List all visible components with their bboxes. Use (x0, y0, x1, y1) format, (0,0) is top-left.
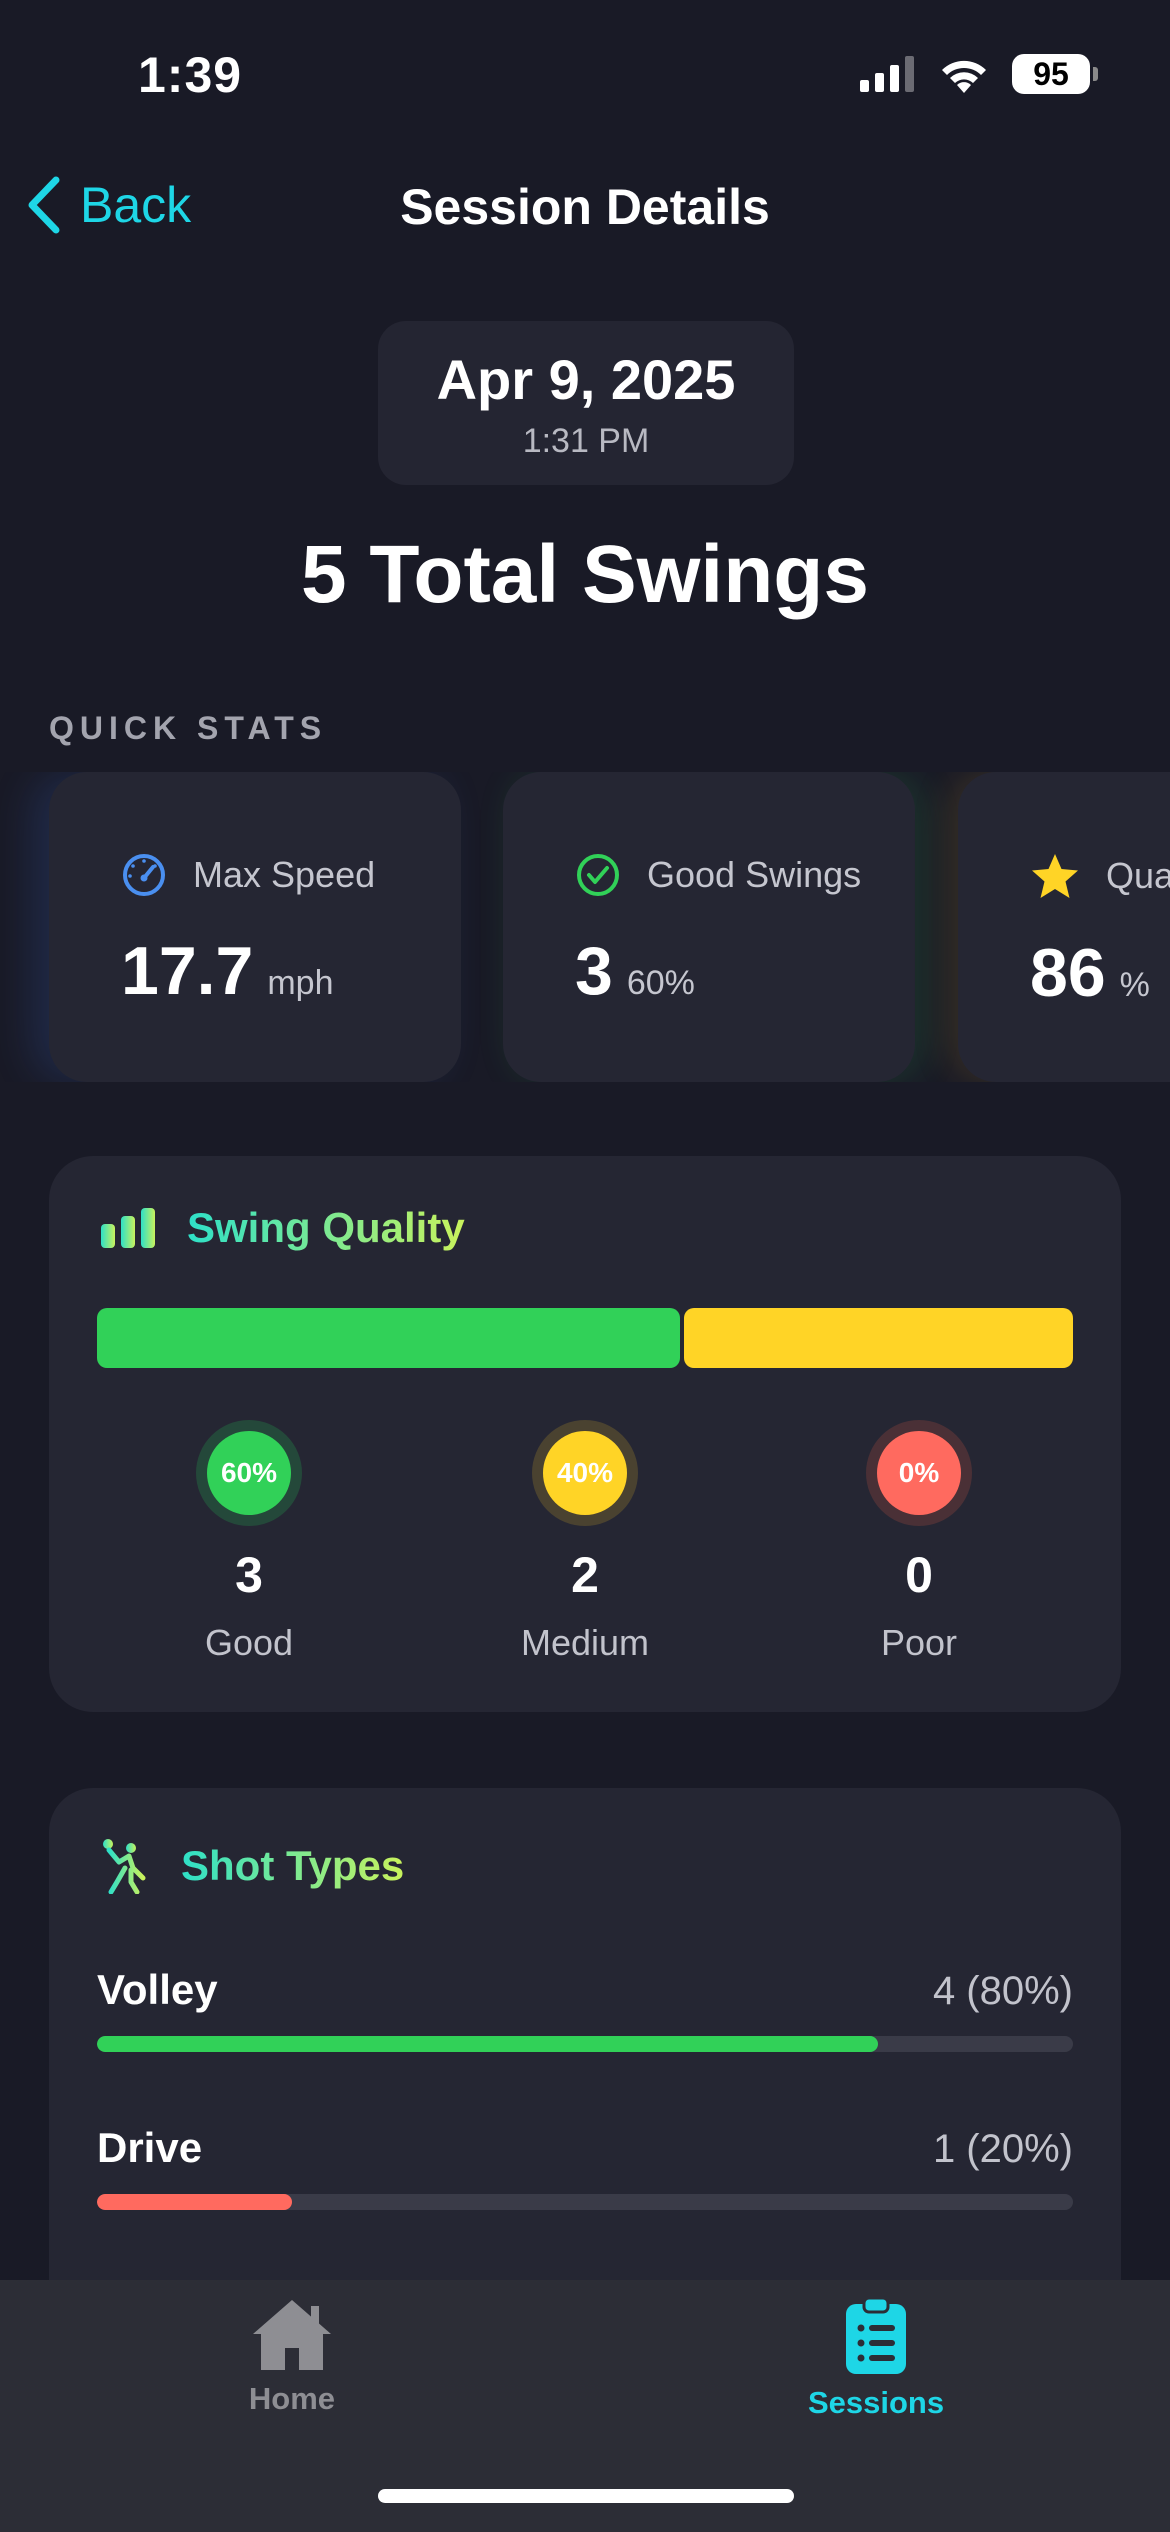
shot-progress-track (97, 2194, 1073, 2210)
quality-label: Poor (880, 1622, 958, 1663)
stat-label: Qual (1106, 855, 1170, 896)
quality-percent: 0% (877, 1431, 961, 1515)
shot-types-card: Shot Types Volley 4 (80%) Drive 1 (20%) (49, 1788, 1121, 2348)
quality-label: Medium (520, 1622, 650, 1663)
swing-quality-title: Swing Quality (187, 1204, 465, 1251)
check-circle-icon (577, 854, 619, 896)
shot-progress-fill (97, 2036, 878, 2052)
stat-unit: 60% (626, 964, 695, 1002)
speedometer-icon (123, 854, 165, 896)
home-indicator[interactable] (378, 2489, 794, 2503)
shot-row-volley: Volley 4 (80%) (97, 1966, 1073, 2052)
shot-types-header: Shot Types (101, 1838, 404, 1894)
status-icons: 95 (860, 54, 1098, 94)
shot-progress-track (97, 2036, 1073, 2052)
tennis-player-icon (103, 1839, 146, 1894)
quality-percent: 60% (207, 1431, 291, 1515)
tab-sessions[interactable]: Sessions (726, 2296, 1026, 2421)
stat-card-quality[interactable]: Qual 86 % (958, 772, 1170, 1082)
shot-progress-fill (97, 2194, 293, 2210)
home-icon (253, 2300, 331, 2370)
stat-unit: % (1119, 966, 1150, 1004)
status-bar: 1:39 95 (0, 0, 1170, 150)
stat-card-max-speed[interactable]: Max Speed 17.7 mph (49, 772, 461, 1082)
wifi-icon (942, 60, 986, 93)
tab-home[interactable]: Home (142, 2296, 442, 2417)
session-date: Apr 9, 2025 (436, 348, 736, 411)
quality-ring: 60% (196, 1420, 302, 1526)
page-title: Session Details (400, 179, 770, 235)
star-icon (1032, 854, 1078, 898)
quality-bar-medium (684, 1308, 1073, 1368)
status-time: 1:39 (138, 47, 243, 103)
battery-level: 95 (1033, 55, 1069, 92)
bar-chart-icon (101, 1208, 155, 1248)
clipboard-list-icon (846, 2296, 906, 2374)
shot-value: 4 (80%) (932, 1969, 1073, 2013)
session-date-pill: Apr 9, 2025 1:31 PM (378, 321, 794, 485)
quality-good: 60% 3 Good (149, 1420, 349, 1664)
stat-card-good-swings[interactable]: Good Swings 3 60% (503, 772, 915, 1082)
stat-label: Max Speed (193, 854, 376, 895)
quality-distribution-bar (97, 1308, 1073, 1368)
shot-value: 1 (20%) (932, 2127, 1073, 2171)
quality-percent: 40% (543, 1431, 627, 1515)
quality-medium: 40% 2 Medium (485, 1420, 685, 1664)
shot-name: Drive (97, 2124, 203, 2171)
battery-icon: 95 (1012, 54, 1098, 94)
quality-count: 0 (905, 1547, 933, 1603)
stat-value: 3 (575, 933, 613, 1009)
tab-label: Home (248, 2381, 336, 2416)
quick-stats-carousel[interactable]: Max Speed 17.7 mph Good Swings 3 60% Qua… (0, 772, 1170, 1082)
stat-value: 17.7 (121, 933, 254, 1009)
quality-count: 3 (235, 1547, 263, 1603)
quality-ring: 40% (532, 1420, 638, 1526)
shot-types-title: Shot Types (181, 1842, 405, 1889)
swing-quality-card: Swing Quality 60% 3 Good 40% 2 Medium 0%… (49, 1156, 1121, 1712)
session-time: 1:31 PM (522, 422, 650, 460)
quality-bar-good (97, 1308, 681, 1368)
shot-row-drive: Drive 1 (20%) (97, 2124, 1073, 2210)
quality-ring: 0% (866, 1420, 972, 1526)
quick-stats-label: QUICK STATS (49, 710, 328, 746)
quality-label: Good (204, 1622, 294, 1663)
tab-label: Sessions (807, 2385, 945, 2420)
quality-poor: 0% 0 Poor (819, 1420, 1019, 1664)
stat-unit: mph (267, 964, 334, 1002)
swing-quality-header: Swing Quality (101, 1204, 465, 1252)
stat-value: 86 (1030, 935, 1106, 1011)
shot-name: Volley (97, 1966, 218, 2013)
cellular-signal-icon (860, 56, 914, 92)
total-swings: 5 Total Swings (301, 529, 869, 620)
stat-label: Good Swings (647, 854, 862, 895)
quality-count: 2 (571, 1547, 599, 1603)
